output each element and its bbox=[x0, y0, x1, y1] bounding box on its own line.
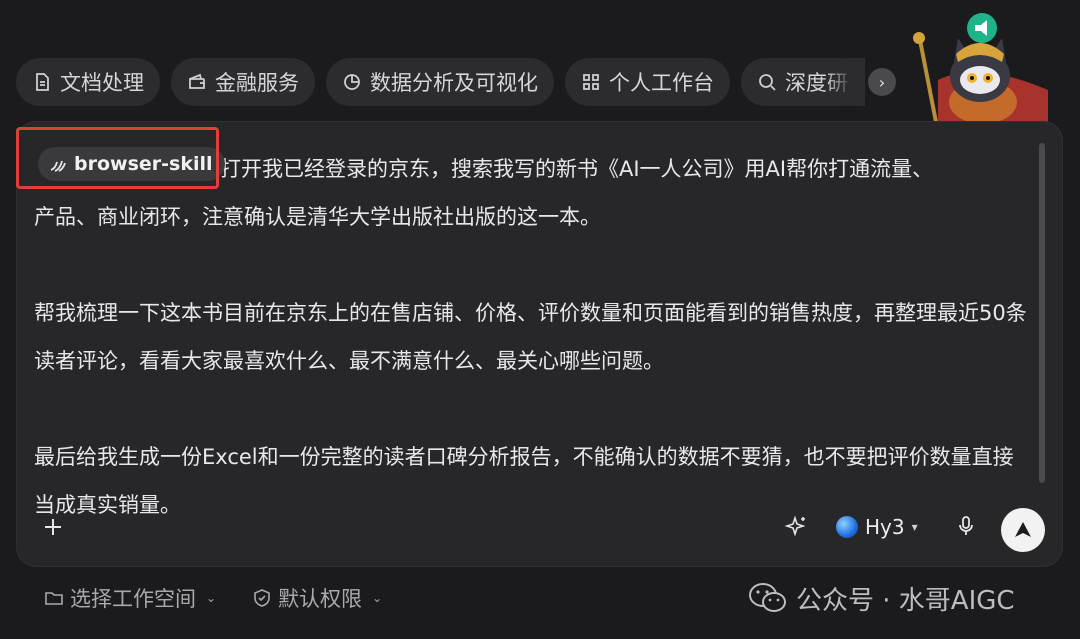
permission-selector[interactable]: 默认权限 ⌄ bbox=[252, 583, 382, 613]
folder-icon bbox=[45, 592, 63, 605]
microphone-icon bbox=[959, 516, 973, 535]
prompt-paragraph-2: 帮我梳理一下这本书目前在京东上的在售店铺、价格、评价数量和页面能看到的销售热度，… bbox=[34, 301, 1027, 373]
scrollbar[interactable] bbox=[1039, 143, 1045, 483]
chevron-down-icon: ⌄ bbox=[206, 591, 217, 605]
chevron-down-icon: ⌄ bbox=[372, 591, 383, 605]
model-logo-icon bbox=[836, 516, 858, 538]
mascot-illustration bbox=[898, 10, 1058, 124]
chip-deep-research[interactable]: 深度研 bbox=[741, 58, 865, 106]
prompt-line-2: 产品、商业闭环，注意确认是清华大学出版社出版的这一本。 bbox=[34, 205, 601, 229]
document-icon bbox=[36, 73, 49, 91]
category-chips: 文档处理 金融服务 数据分析及可视化 个人工作台 深度研 bbox=[16, 58, 906, 106]
chip-financial-services[interactable]: 金融服务 bbox=[171, 58, 315, 106]
chevron-down-icon: ▾ bbox=[911, 520, 918, 534]
plus-icon bbox=[45, 519, 61, 535]
chip-data-analysis[interactable]: 数据分析及可视化 bbox=[326, 58, 554, 106]
add-attachment-button[interactable] bbox=[38, 512, 68, 542]
chip-document-processing[interactable]: 文档处理 bbox=[16, 58, 160, 106]
send-button[interactable] bbox=[1001, 508, 1045, 552]
search-icon bbox=[759, 74, 776, 91]
app-root: 文档处理 金融服务 数据分析及可视化 个人工作台 深度研 › 打开我已经登录的京… bbox=[0, 0, 1080, 639]
shield-check-icon bbox=[254, 589, 270, 607]
model-selector[interactable]: Hy3 ▾ bbox=[836, 509, 918, 545]
watermark-text: 公众号 · 水哥AIGC bbox=[796, 585, 1015, 616]
send-arrow-icon bbox=[1015, 522, 1031, 537]
wallet-icon bbox=[189, 73, 205, 89]
chip-label: 金融服务 bbox=[215, 71, 299, 95]
chip-personal-workbench[interactable]: 个人工作台 bbox=[565, 58, 730, 106]
chip-label: 文档处理 bbox=[60, 71, 144, 95]
wechat-icon bbox=[749, 583, 786, 612]
watermark: 公众号 · 水哥AIGC bbox=[748, 578, 1015, 618]
chip-fade bbox=[825, 58, 865, 106]
sparkle-icon bbox=[784, 515, 806, 537]
chevron-right-icon: › bbox=[878, 72, 886, 92]
model-name: Hy3 bbox=[865, 515, 905, 539]
chip-label: 数据分析及可视化 bbox=[370, 71, 538, 95]
pie-chart-icon bbox=[344, 74, 360, 90]
chip-label: 个人工作台 bbox=[609, 71, 714, 95]
highlight-box bbox=[16, 127, 219, 189]
prompt-text[interactable]: 打开我已经登录的京东，搜索我写的新书《AI一人公司》用AI帮你打通流量、 产品、… bbox=[34, 145, 1034, 529]
permission-label: 默认权限 bbox=[278, 587, 363, 611]
workspace-label: 选择工作空间 bbox=[70, 587, 196, 611]
voice-input-button[interactable] bbox=[956, 515, 978, 539]
enhance-prompt-button[interactable] bbox=[784, 514, 812, 542]
grid-icon bbox=[583, 74, 599, 90]
prompt-panel: 打开我已经登录的京东，搜索我写的新书《AI一人公司》用AI帮你打通流量、 产品、… bbox=[16, 121, 1063, 567]
chips-scroll-right-button[interactable]: › bbox=[868, 68, 896, 96]
bottom-toolbar: 选择工作空间 ⌄ 默认权限 ⌄ bbox=[44, 578, 382, 618]
workspace-selector[interactable]: 选择工作空间 ⌄ bbox=[44, 583, 216, 613]
prompt-line-1-text: 打开我已经登录的京东，搜索我写的新书《AI一人公司》用AI帮你打通流量、 bbox=[220, 157, 934, 181]
